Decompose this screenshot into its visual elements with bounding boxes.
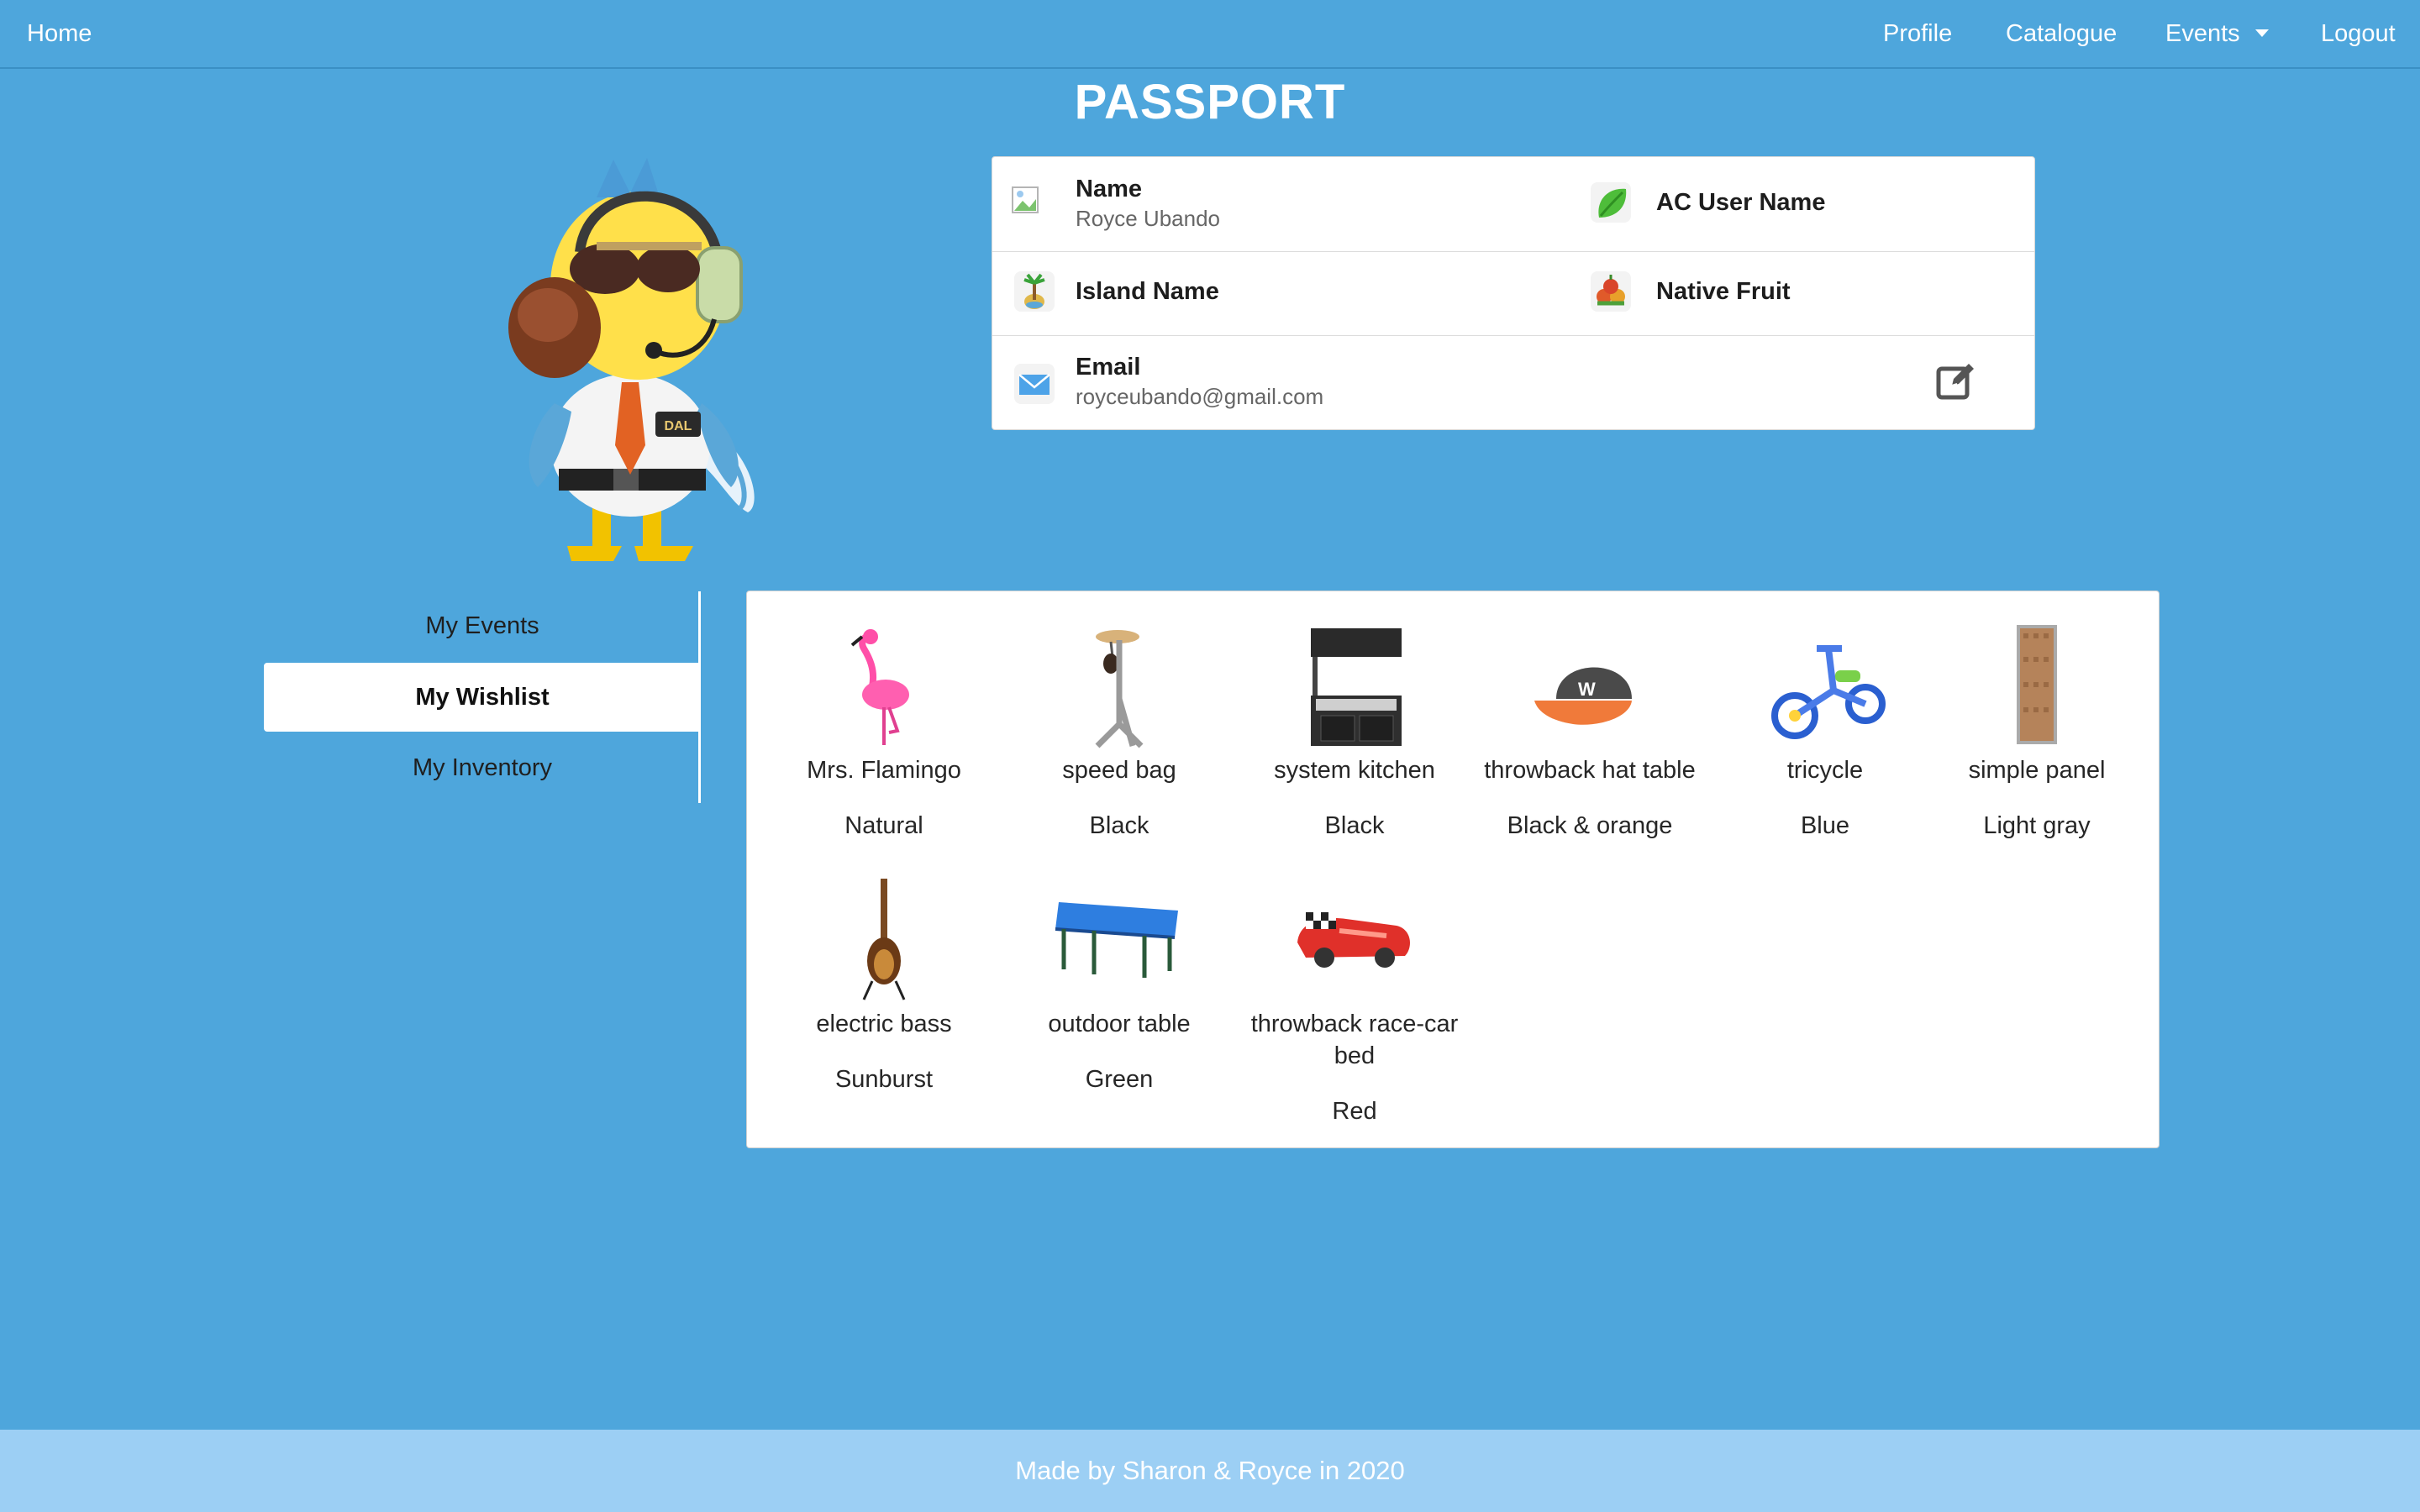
kitchen-icon [1311,628,1402,746]
island-cell: Island Name [992,251,1581,335]
item-variant: Blue [1800,812,1850,839]
passport-row-island: Island Name Native Fruit [992,251,2034,336]
item-name: electric bass [816,1011,952,1037]
island-label: Island Name [1076,278,1219,305]
passport-info-card: Name Royce Ubando AC User Name Island Na… [992,156,2035,430]
broken-image-icon [1012,186,1039,213]
item-variant: Light gray [1983,812,2091,839]
tab-my-wishlist[interactable]: My Wishlist [264,663,701,732]
footer-credit: Made by Sharon & Royce in 2020 [0,1430,2420,1512]
email-cell: Email royceubando@gmail.com [992,335,1833,429]
passport-row-name: Name Royce Ubando AC User Name [992,157,2034,252]
leaf-icon [1591,182,1631,223]
nav-events-dropdown[interactable]: Events [2165,20,2269,48]
wishlist-item[interactable]: W throwback hat table Black & orange [1476,623,1703,842]
nav-events-label: Events [2165,20,2240,47]
edit-icon[interactable] [1933,359,1977,402]
item-name: throwback hat table [1484,757,1696,784]
email-label: Email [1076,354,1141,381]
tab-my-inventory[interactable]: My Inventory [264,733,701,802]
tab-my-events[interactable]: My Events [264,591,701,660]
item-name: simple panel [1968,757,2106,784]
native-fruit-label: Native Fruit [1656,278,1791,305]
svg-text:W: W [1578,679,1596,700]
item-variant: Red [1332,1098,1377,1125]
table-icon [1055,902,1178,978]
passport-row-email: Email royceubando@gmail.com [992,335,2034,429]
wishlist-item[interactable]: speed bag Black [1006,623,1233,842]
name-label: Name [1076,176,1142,202]
wishlist-item[interactable]: tricycle Blue [1712,623,1939,842]
item-name: Mrs. Flamingo [807,757,961,784]
item-variant: Natural [844,812,923,839]
wishlist-grid: Mrs. Flamingo Natural speed bag Black sy… [746,591,2160,1148]
wishlist-item[interactable]: outdoor table Green [1006,877,1233,1095]
name-value: Royce Ubando [1076,206,1220,231]
svg-text:DAL: DAL [665,419,692,433]
item-name: system kitchen [1274,757,1435,784]
email-value: royceubando@gmail.com [1076,384,1324,409]
nav-catalogue-link[interactable]: Catalogue [2006,20,2117,48]
nav-profile-link[interactable]: Profile [1883,20,1952,48]
wishlist-item[interactable]: simple panel Light gray [1923,623,2150,842]
item-variant: Black [1089,812,1150,839]
ac-user-cell: AC User Name [1589,157,2026,251]
chevron-down-icon [2254,29,2269,37]
item-variant: Sunburst [834,1066,934,1093]
tricycle-icon [1771,645,1886,739]
race-car-bed-icon [1297,912,1410,968]
profile-tabs: My Events My Wishlist My Inventory [264,591,701,803]
villager-avatar-image: DAL [508,158,755,561]
native-fruit-cell: Native Fruit [1589,251,2026,335]
fruit-icon [1591,271,1631,312]
item-name: throwback race-car bed [1250,1011,1459,1069]
item-name: speed bag [1062,757,1176,784]
ac-user-label: AC User Name [1656,189,1826,216]
wishlist-item[interactable]: Mrs. Flamingo Natural [771,623,997,842]
island-icon [1014,271,1055,312]
item-variant: Black [1324,812,1385,839]
flamingo-icon [850,629,909,745]
hat-table-icon: W [1534,667,1632,725]
wishlist-item[interactable]: system kitchen Black [1241,623,1468,842]
nav-home-link[interactable]: Home [27,20,92,48]
page-title: PASSPORT [1074,75,1346,129]
item-name: tricycle [1786,757,1864,784]
item-variant: Black & orange [1507,812,1673,839]
speed-bag-icon [1095,630,1144,748]
top-navbar: Home Profile Catalogue Events Logout [0,0,2420,69]
envelope-icon [1014,364,1055,404]
nav-logout-link[interactable]: Logout [2321,20,2396,48]
item-variant: Green [1085,1066,1154,1093]
wishlist-item[interactable]: electric bass Sunburst [771,877,997,1095]
item-name: outdoor table [1048,1011,1191,1037]
name-cell: Name Royce Ubando [992,157,1581,251]
wishlist-item[interactable]: throwback race-car bed Red [1241,877,1468,1127]
panel-icon [2017,625,2057,744]
bass-guitar-icon [862,879,906,1000]
